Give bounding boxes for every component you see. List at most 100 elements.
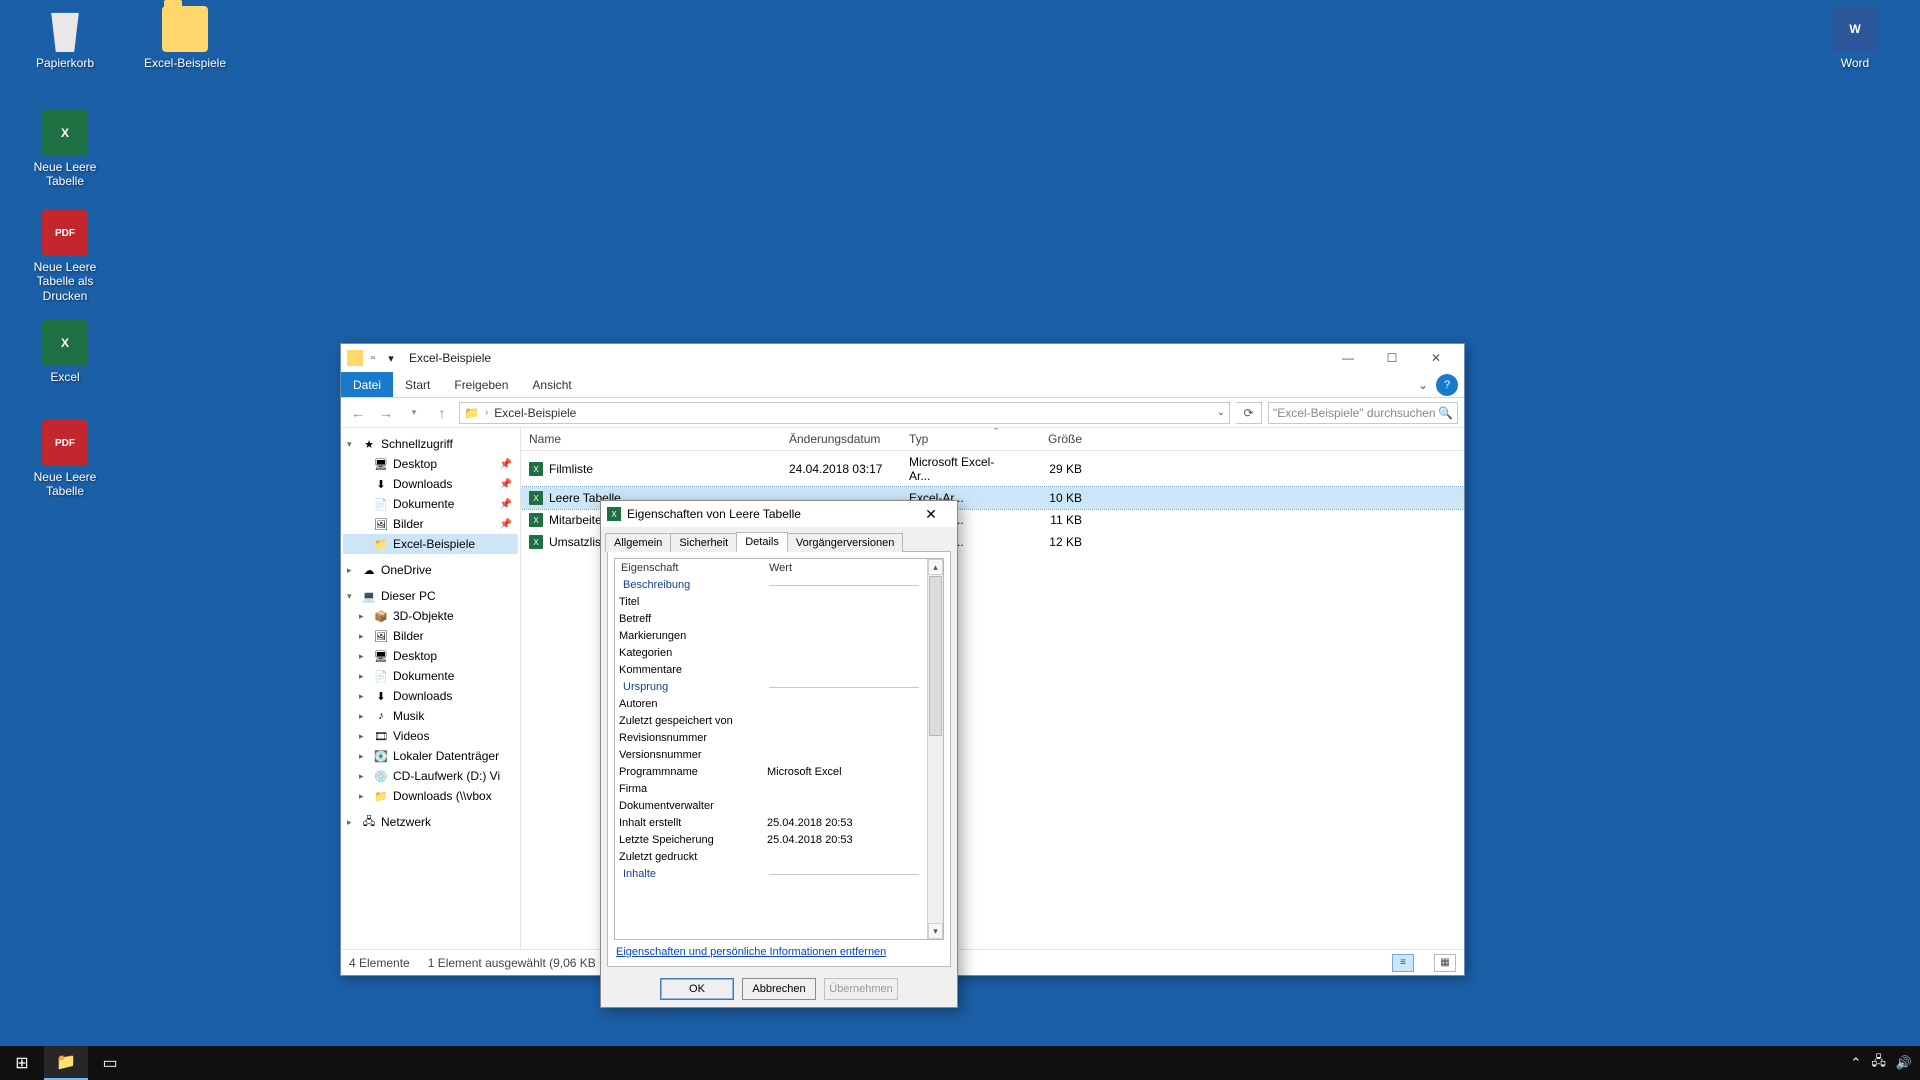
property-row[interactable]: Titel <box>615 594 927 611</box>
system-tray[interactable]: ⌃ 🖧 🔊 <box>1842 1046 1920 1080</box>
property-row[interactable]: ProgrammnameMicrosoft Excel <box>615 764 927 781</box>
nav-back-button[interactable]: ← <box>347 402 369 424</box>
tray-chevron-icon[interactable]: ⌃ <box>1850 1055 1861 1071</box>
properties-tab-vorgängerversionen[interactable]: Vorgängerversionen <box>787 533 903 552</box>
property-row[interactable]: Kommentare <box>615 662 927 679</box>
tree-expand-icon[interactable]: ▸ <box>359 751 369 762</box>
explorer-titlebar[interactable]: ▫ ▾ Excel-Beispiele — ☐ ✕ <box>341 344 1464 372</box>
property-row[interactable]: Firma <box>615 781 927 798</box>
tree-node[interactable]: ▸📄Dokumente <box>343 666 518 686</box>
tree-expand-icon[interactable]: ▸ <box>359 691 369 702</box>
tree-expand-icon[interactable]: ▸ <box>347 565 357 576</box>
property-row[interactable]: Kategorien <box>615 645 927 662</box>
minimize-button[interactable]: — <box>1326 344 1370 372</box>
property-row[interactable]: Revisionsnummer <box>615 730 927 747</box>
property-row[interactable]: Autoren <box>615 696 927 713</box>
remove-properties-link[interactable]: Eigenschaften und persönliche Informatio… <box>614 940 944 960</box>
tree-node[interactable]: ▸💿CD-Laufwerk (D:) Vi <box>343 766 518 786</box>
properties-tab-allgemein[interactable]: Allgemein <box>605 533 671 552</box>
property-row[interactable]: Letzte Speicherung25.04.2018 20:53 <box>615 832 927 849</box>
taskbar-explorer-button[interactable]: 📁 <box>44 1046 88 1080</box>
ribbon-tab-ansicht[interactable]: Ansicht <box>520 372 583 397</box>
tree-node[interactable]: ▸☁OneDrive <box>343 560 518 580</box>
tree-expand-icon[interactable]: ▸ <box>359 711 369 722</box>
tree-node[interactable]: 📁Excel-Beispiele <box>343 534 518 554</box>
scroll-thumb[interactable] <box>929 576 942 736</box>
col-size[interactable]: Größe <box>1021 428 1091 450</box>
property-row[interactable]: Betreff <box>615 611 927 628</box>
tree-expand-icon[interactable]: ▸ <box>359 611 369 622</box>
ribbon-tab-freigeben[interactable]: Freigeben <box>442 372 520 397</box>
tree-expand-icon[interactable]: ▸ <box>347 817 357 828</box>
tree-node[interactable]: 🖥Desktop📌 <box>343 454 518 474</box>
address-box[interactable]: 📁 › Excel-Beispiele ⌄ <box>459 402 1230 424</box>
tree-node[interactable]: 📄Dokumente📌 <box>343 494 518 514</box>
ok-button[interactable]: OK <box>660 978 734 1000</box>
tree-node[interactable]: ▸🖧Netzwerk <box>343 812 518 832</box>
nav-tree[interactable]: ▾★Schnellzugriff🖥Desktop📌⬇Downloads📌📄Dok… <box>341 428 521 949</box>
desktop-icon-new-xlsx[interactable]: XNeue Leere Tabelle <box>10 110 120 189</box>
refresh-button[interactable]: ⟳ <box>1236 402 1262 424</box>
tree-expand-icon[interactable]: ▸ <box>359 731 369 742</box>
tree-expand-icon[interactable]: ▸ <box>359 671 369 682</box>
tree-node[interactable]: ▾★Schnellzugriff <box>343 434 518 454</box>
properties-close-button[interactable]: ✕ <box>911 501 951 527</box>
col-date[interactable]: Änderungsdatum <box>781 428 901 450</box>
tree-expand-icon[interactable]: ▸ <box>359 651 369 662</box>
view-details-button[interactable]: ≡ <box>1392 954 1414 972</box>
search-input[interactable]: "Excel-Beispiele" durchsuchen 🔍 <box>1268 402 1458 424</box>
property-row[interactable]: Inhalt erstellt25.04.2018 20:53 <box>615 815 927 832</box>
cancel-button[interactable]: Abbrechen <box>742 978 816 1000</box>
start-button[interactable]: ⊞ <box>0 1046 44 1080</box>
scroll-track[interactable] <box>928 737 943 923</box>
breadcrumb-item[interactable]: Excel-Beispiele <box>494 406 576 420</box>
desktop-icon-word[interactable]: WWord <box>1800 6 1910 70</box>
list-header[interactable]: ⌃ Name Änderungsdatum Typ Größe <box>521 428 1464 451</box>
tray-network-icon[interactable]: 🖧 <box>1871 1052 1886 1074</box>
qat-icon[interactable]: ▫ <box>365 350 381 366</box>
property-row[interactable]: Markierungen <box>615 628 927 645</box>
taskbar[interactable]: ⊞ 📁 ▭ ⌃ 🖧 🔊 <box>0 1046 1920 1080</box>
desktop-icon-new-xlsx-pdf2[interactable]: PDFNeue Leere Tabelle <box>10 420 120 499</box>
property-row[interactable]: Zuletzt gespeichert von <box>615 713 927 730</box>
nav-up-button[interactable]: ↑ <box>431 402 453 424</box>
tray-volume-icon[interactable]: 🔊 <box>1896 1055 1912 1071</box>
col-name[interactable]: Name <box>521 428 781 450</box>
taskbar-app-button[interactable]: ▭ <box>88 1046 132 1080</box>
desktop-icon-new-xlsx-pdf[interactable]: PDFNeue Leere Tabelle als Drucken <box>10 210 120 303</box>
nav-recent-button[interactable]: ▾ <box>403 402 425 424</box>
qat-dropdown-icon[interactable]: ▾ <box>383 350 399 366</box>
tree-node[interactable]: ▸🎞Videos <box>343 726 518 746</box>
tree-expand-icon[interactable]: ▸ <box>359 791 369 802</box>
tree-node[interactable]: ▸📁Downloads (\\vbox <box>343 786 518 806</box>
maximize-button[interactable]: ☐ <box>1370 344 1414 372</box>
address-dropdown-icon[interactable]: ⌄ <box>1217 407 1225 418</box>
scroll-down-icon[interactable]: ▾ <box>928 923 943 939</box>
ribbon-tab-start[interactable]: Start <box>393 372 442 397</box>
properties-titlebar[interactable]: X Eigenschaften von Leere Tabelle ✕ <box>601 501 957 527</box>
desktop-icon-trash[interactable]: Papierkorb <box>10 6 120 70</box>
property-row[interactable]: Versionsnummer <box>615 747 927 764</box>
tree-node[interactable]: ▸🖥Desktop <box>343 646 518 666</box>
tree-node[interactable]: ▸⬇Downloads <box>343 686 518 706</box>
tree-node[interactable]: ▸♪Musik <box>343 706 518 726</box>
ribbon-collapse-icon[interactable]: ⌄ <box>1410 372 1436 397</box>
close-button[interactable]: ✕ <box>1414 344 1458 372</box>
tree-node[interactable]: ▸💽Lokaler Datenträger <box>343 746 518 766</box>
tree-expand-icon[interactable]: ▾ <box>347 439 357 450</box>
ribbon-tab-datei[interactable]: Datei <box>341 372 393 397</box>
properties-list[interactable]: Eigenschaft Wert BeschreibungTitelBetref… <box>614 558 944 940</box>
view-icons-button[interactable]: ▦ <box>1434 954 1456 972</box>
desktop-icon-excel-app[interactable]: XExcel <box>10 320 120 384</box>
property-row[interactable]: Zuletzt gedruckt <box>615 849 927 866</box>
scroll-up-icon[interactable]: ▴ <box>928 559 943 575</box>
tree-node[interactable]: ▸📦3D-Objekte <box>343 606 518 626</box>
nav-forward-button[interactable]: → <box>375 402 397 424</box>
expand-columns-icon[interactable]: ⌃ <box>993 428 1001 437</box>
tree-node[interactable]: ▾💻Dieser PC <box>343 586 518 606</box>
properties-tab-details[interactable]: Details <box>736 532 788 552</box>
help-button[interactable]: ? <box>1436 374 1458 396</box>
tree-expand-icon[interactable]: ▸ <box>359 771 369 782</box>
property-row[interactable]: Dokumentverwalter <box>615 798 927 815</box>
desktop-icon-folder-excel[interactable]: Excel-Beispiele <box>130 6 240 70</box>
